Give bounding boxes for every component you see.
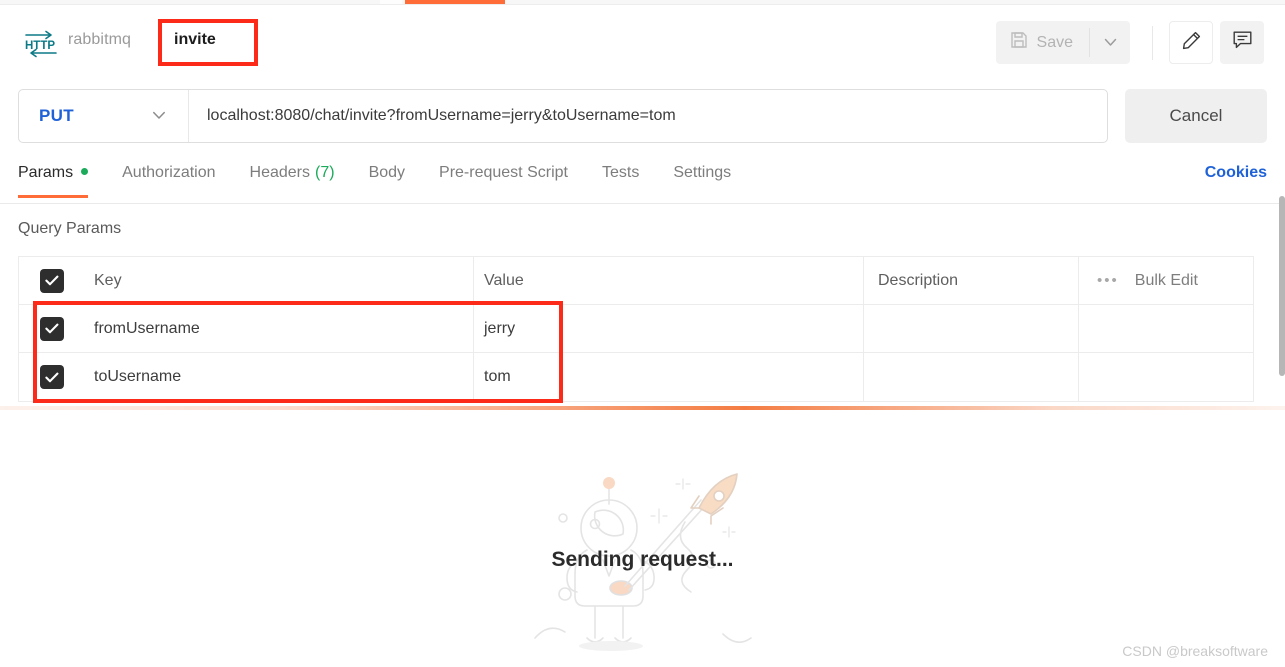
params-scrollbar-thumb[interactable] [1279,196,1285,376]
query-params-table: Key Value Description ••• Bulk Edit from… [18,256,1254,402]
row-key-cell[interactable]: fromUsername [84,305,474,352]
column-header-value-label: Value [484,271,524,289]
url-bar: PUT [18,89,1108,143]
tab-headers-label: Headers [249,164,310,181]
save-button[interactable]: Save [996,21,1089,64]
row-key-text: toUsername [94,368,182,385]
row-value-cell[interactable]: jerry [474,305,864,352]
request-tabs: Params Authorization Headers (7) Body Pre… [0,160,1285,204]
tab-params[interactable]: Params [18,160,89,198]
tab-pre-request-script-label: Pre-request Script [439,164,568,181]
response-header: Response [0,412,1285,456]
tab-tests-label: Tests [601,164,640,181]
request-progress-bar [0,406,1285,410]
row-select-cell [19,305,84,352]
tab-tests[interactable]: Tests [602,160,639,198]
row-key-text: fromUsername [94,319,200,337]
active-tab-indicator[interactable] [405,0,505,4]
row-select-cell [19,353,84,401]
save-options-button[interactable] [1090,21,1130,64]
method-label: PUT [39,106,74,125]
table-header-row: Key Value Description ••• Bulk Edit [19,257,1253,305]
tab-body-label: Body [368,164,406,181]
column-header-key-label: Key [94,271,122,289]
tab-settings-label: Settings [673,164,732,181]
column-header-description-label: Description [878,271,959,289]
watermark: CSDN @breaksoftware [1122,643,1268,659]
select-all-checkbox[interactable] [39,268,64,293]
tab-authorization[interactable]: Authorization [122,160,215,198]
comment-icon [1232,30,1253,55]
tab-settings[interactable]: Settings [673,160,731,198]
bulk-edit-button[interactable]: Bulk Edit [1135,272,1198,290]
header-divider [1152,26,1153,60]
row-checkbox[interactable] [39,316,64,341]
params-modified-dot [81,168,89,175]
request-url-row: PUT Cancel [0,89,1285,145]
save-button-label: Save [1036,33,1073,51]
select-all-cell [19,257,84,304]
method-selector[interactable]: PUT [19,90,189,142]
response-body: Sending request... [0,456,1285,667]
save-button-group: Save [995,21,1130,64]
ellipsis-icon[interactable]: ••• [1097,272,1119,289]
query-params-title: Query Params [18,220,122,237]
table-row: toUsername tom [19,353,1253,401]
cookies-link[interactable]: Cookies [1205,164,1267,182]
table-row: fromUsername jerry [19,305,1253,353]
chevron-down-icon [152,107,166,125]
row-description-cell[interactable] [864,305,1079,352]
breadcrumb-collection[interactable]: rabbitmq [68,31,131,49]
chevron-down-icon [1104,35,1117,50]
request-tab-list: Params Authorization Headers (7) Body Pre… [18,160,765,198]
tab-strip-gap [380,0,402,4]
tab-body[interactable]: Body [369,160,405,198]
row-actions-cell [1079,305,1253,352]
request-header: HTTP rabbitmq invite Save [0,5,1285,75]
tab-params-label: Params [18,164,74,181]
url-input[interactable] [189,90,1107,142]
pencil-icon [1181,30,1202,56]
http-icon: HTTP [24,30,58,58]
floppy-disk-icon [1010,31,1028,54]
tab-authorization-label: Authorization [122,164,216,181]
tab-pre-request-script[interactable]: Pre-request Script [439,160,568,198]
tab-headers[interactable]: Headers (7) [250,160,335,198]
row-description-cell[interactable] [864,353,1079,401]
row-actions-cell [1079,353,1253,401]
response-status-text: Sending request... [551,548,734,571]
row-checkbox[interactable] [39,365,64,389]
row-value-cell[interactable]: tom [474,353,864,401]
svg-text:HTTP: HTTP [25,40,55,52]
column-header-description: Description [864,257,1079,304]
request-name[interactable]: invite [174,31,216,49]
table-actions: ••• Bulk Edit [1079,257,1253,304]
postman-request-window: HTTP rabbitmq invite Save PUT localhost:… [0,0,1285,667]
row-value-text: jerry [484,319,516,337]
row-key-cell[interactable]: toUsername [84,353,474,401]
column-header-key: Key [84,257,474,304]
comment-button[interactable] [1220,21,1264,64]
row-value-text: tom [484,368,511,385]
edit-request-button[interactable] [1169,21,1213,64]
cancel-request-button[interactable]: Cancel [1125,89,1267,143]
params-scrollbar[interactable] [1277,196,1285,416]
column-header-value: Value [474,257,864,304]
tab-headers-count: (7) [315,164,335,181]
